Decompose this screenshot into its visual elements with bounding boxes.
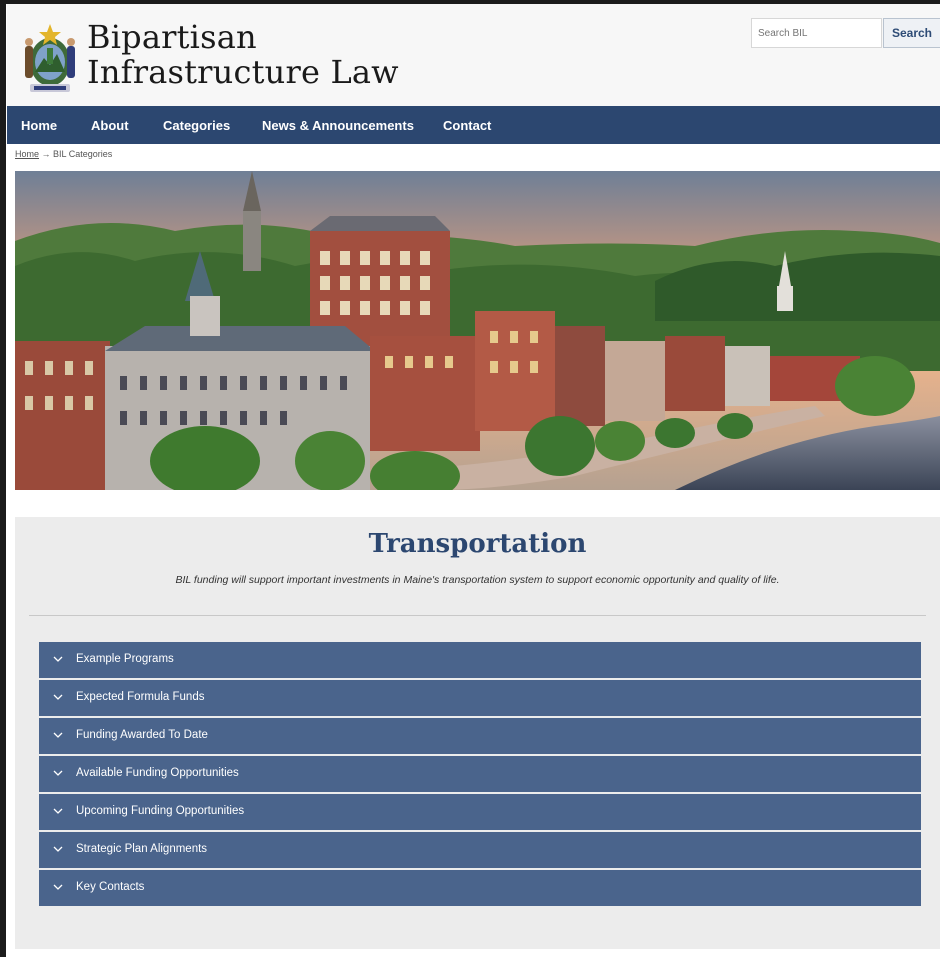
accordion-label: Strategic Plan Alignments <box>76 843 208 855</box>
accordion-label: Available Funding Opportunities <box>76 767 239 779</box>
breadcrumb-home-link[interactable]: Home <box>15 149 39 159</box>
breadcrumb: Home → BIL Categories <box>15 149 112 159</box>
accordion-item-strategic-plan[interactable]: Strategic Plan Alignments <box>39 832 921 868</box>
maine-state-seal-icon[interactable] <box>22 18 78 96</box>
accordion-label: Expected Formula Funds <box>76 691 205 703</box>
search-button[interactable]: Search <box>883 18 940 48</box>
category-section: Transportation BIL funding will support … <box>15 517 940 949</box>
accordion-label: Upcoming Funding Opportunities <box>76 805 245 817</box>
nav-item-home[interactable]: Home <box>21 118 57 133</box>
chevron-down-icon <box>53 808 63 814</box>
page-bottom <box>7 949 940 957</box>
chevron-down-icon <box>53 656 63 662</box>
search-input[interactable] <box>751 18 882 48</box>
section-divider <box>29 615 926 616</box>
accordion-item-expected-formula-funds[interactable]: Expected Formula Funds <box>39 680 921 716</box>
accordion-item-funding-awarded[interactable]: Funding Awarded To Date <box>39 718 921 754</box>
accordion-item-key-contacts[interactable]: Key Contacts <box>39 870 921 906</box>
nav-item-contact[interactable]: Contact <box>443 118 491 133</box>
accordion-label: Example Programs <box>76 653 174 665</box>
main-nav: Home About Categories News & Announcemen… <box>7 106 940 144</box>
chevron-down-icon <box>53 884 63 890</box>
chevron-down-icon <box>53 770 63 776</box>
site-title-line2: Infrastructure Law <box>87 53 399 91</box>
chevron-down-icon <box>53 846 63 852</box>
chevron-down-icon <box>53 732 63 738</box>
breadcrumb-separator: → <box>39 149 54 159</box>
category-title: Transportation <box>368 529 587 559</box>
chevron-down-icon <box>53 694 63 700</box>
accordion-item-available-funding[interactable]: Available Funding Opportunities <box>39 756 921 792</box>
page: Bipartisan Infrastructure Law Search Hom… <box>0 0 940 957</box>
nav-item-about[interactable]: About <box>91 118 129 133</box>
category-description: BIL funding will support important inves… <box>175 574 780 586</box>
accordion-label: Key Contacts <box>76 881 145 893</box>
accordion-label: Funding Awarded To Date <box>76 729 208 741</box>
site-title-line1: Bipartisan <box>87 18 257 56</box>
hero-image <box>15 171 940 490</box>
site-header: Bipartisan Infrastructure Law Search <box>7 4 940 106</box>
accordion: Example Programs Expected Formula Funds … <box>39 642 921 908</box>
breadcrumb-current: BIL Categories <box>53 149 113 159</box>
accordion-item-upcoming-funding[interactable]: Upcoming Funding Opportunities <box>39 794 921 830</box>
nav-item-news[interactable]: News & Announcements <box>262 118 414 133</box>
site-title[interactable]: Bipartisan Infrastructure Law <box>87 20 399 90</box>
nav-item-categories[interactable]: Categories <box>163 118 230 133</box>
window-frame-left <box>0 0 6 957</box>
accordion-item-example-programs[interactable]: Example Programs <box>39 642 921 678</box>
